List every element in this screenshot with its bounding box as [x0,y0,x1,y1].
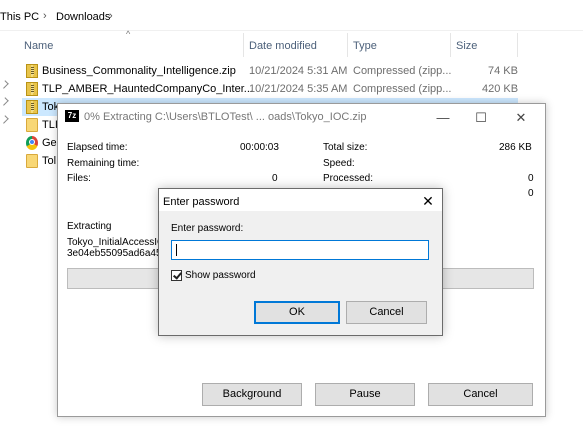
extract-window-title: 0% Extracting C:\Users\BTLOTest\ ... oad… [84,111,367,123]
file-date-modified: 10/21/2024 5:31 AM [249,65,348,77]
column-header-date-modified[interactable]: Date modified [249,40,317,52]
column-divider[interactable] [347,33,348,57]
file-type: Compressed (zipp... [353,65,452,77]
breadcrumb-separator-icon: › [43,10,47,22]
text-cursor [176,244,177,256]
file-name: Ge [42,137,57,149]
file-date-modified: 10/21/2024 5:35 AM [249,83,348,95]
expand-chevron-icon[interactable] [0,97,9,106]
password-dialog-titlebar[interactable]: Enter password ✕ [159,189,442,211]
file-name: Business_Commonality_Intelligence.zip [42,65,236,77]
zip-file-icon [26,100,38,114]
remaining-time-label: Remaining time: [67,158,140,169]
file-name: TLP_AMBER_HauntedCompanyCo_Inter... [42,83,253,95]
elapsed-time-label: Elapsed time: [67,142,128,153]
breadcrumb-item-this-pc[interactable]: This PC [0,11,39,23]
show-password-checkbox[interactable] [171,270,182,281]
breadcrumb: This PC › Downloads › [0,0,583,31]
file-size: 74 KB [488,65,518,77]
compressed-size-value: 0 [528,188,534,199]
breadcrumb-separator-icon: › [109,10,113,22]
total-size-label: Total size: [323,142,368,153]
file-size: 420 KB [482,83,519,95]
elapsed-time-value: 00:00:03 [240,142,279,153]
processed-value: 0 [528,173,534,184]
password-field-label: Enter password: [171,223,244,234]
show-password-label[interactable]: Show password [185,270,256,281]
file-row[interactable]: Business_Commonality_Intelligence.zip 10… [22,62,518,80]
expand-chevron-icon[interactable] [0,115,9,124]
chrome-file-icon [26,136,38,150]
password-dialog-body: Enter password: Show password OK Cancel [159,211,442,335]
expand-chevron-icon[interactable] [0,80,9,89]
zip-file-icon [26,82,38,96]
password-input[interactable] [171,240,429,260]
close-icon[interactable]: ✕ [417,191,439,211]
column-header-size[interactable]: Size [456,40,477,52]
column-header-name[interactable]: Name [24,40,53,52]
cancel-extract-button[interactable]: Cancel [428,383,533,406]
cancel-password-button[interactable]: Cancel [346,301,427,324]
total-size-value: 286 KB [499,142,532,153]
minimize-icon[interactable]: — [424,104,462,132]
column-divider[interactable] [517,33,518,57]
column-header-type[interactable]: Type [353,40,377,52]
background-button[interactable]: Background [202,383,302,406]
close-icon[interactable]: ✕ [502,104,540,132]
extract-window-titlebar[interactable]: 7z 0% Extracting C:\Users\BTLOTest\ ... … [58,104,545,132]
enter-password-dialog: Enter password ✕ Enter password: Show pa… [158,188,443,336]
folder-icon [26,154,38,168]
file-name: TLI [42,119,58,131]
sort-ascending-icon: ^ [126,29,131,39]
current-file-hash: 3e04eb55095ad6a459 [67,248,168,259]
file-type: Compressed (zipp... [353,83,452,95]
file-row[interactable]: TLP_AMBER_HauntedCompanyCo_Inter... 10/2… [22,80,518,98]
password-dialog-title: Enter password [163,196,240,208]
column-divider[interactable] [450,33,451,57]
extracting-label: Extracting [67,221,112,232]
pause-button[interactable]: Pause [315,383,415,406]
zip-file-icon [26,64,38,78]
column-divider[interactable] [243,33,244,57]
ok-button[interactable]: OK [254,301,340,324]
file-name: Tol [42,155,57,167]
seven-zip-app-icon: 7z [65,110,79,122]
files-label: Files: [67,173,91,184]
current-file-name: Tokyo_InitialAccessIOC [67,237,173,248]
files-value: 0 [272,173,278,184]
breadcrumb-item-downloads[interactable]: Downloads [56,11,110,23]
speed-label: Speed: [323,158,355,169]
folder-icon [26,118,38,132]
processed-label: Processed: [323,173,374,184]
maximize-icon[interactable]: ☐ [462,104,500,132]
